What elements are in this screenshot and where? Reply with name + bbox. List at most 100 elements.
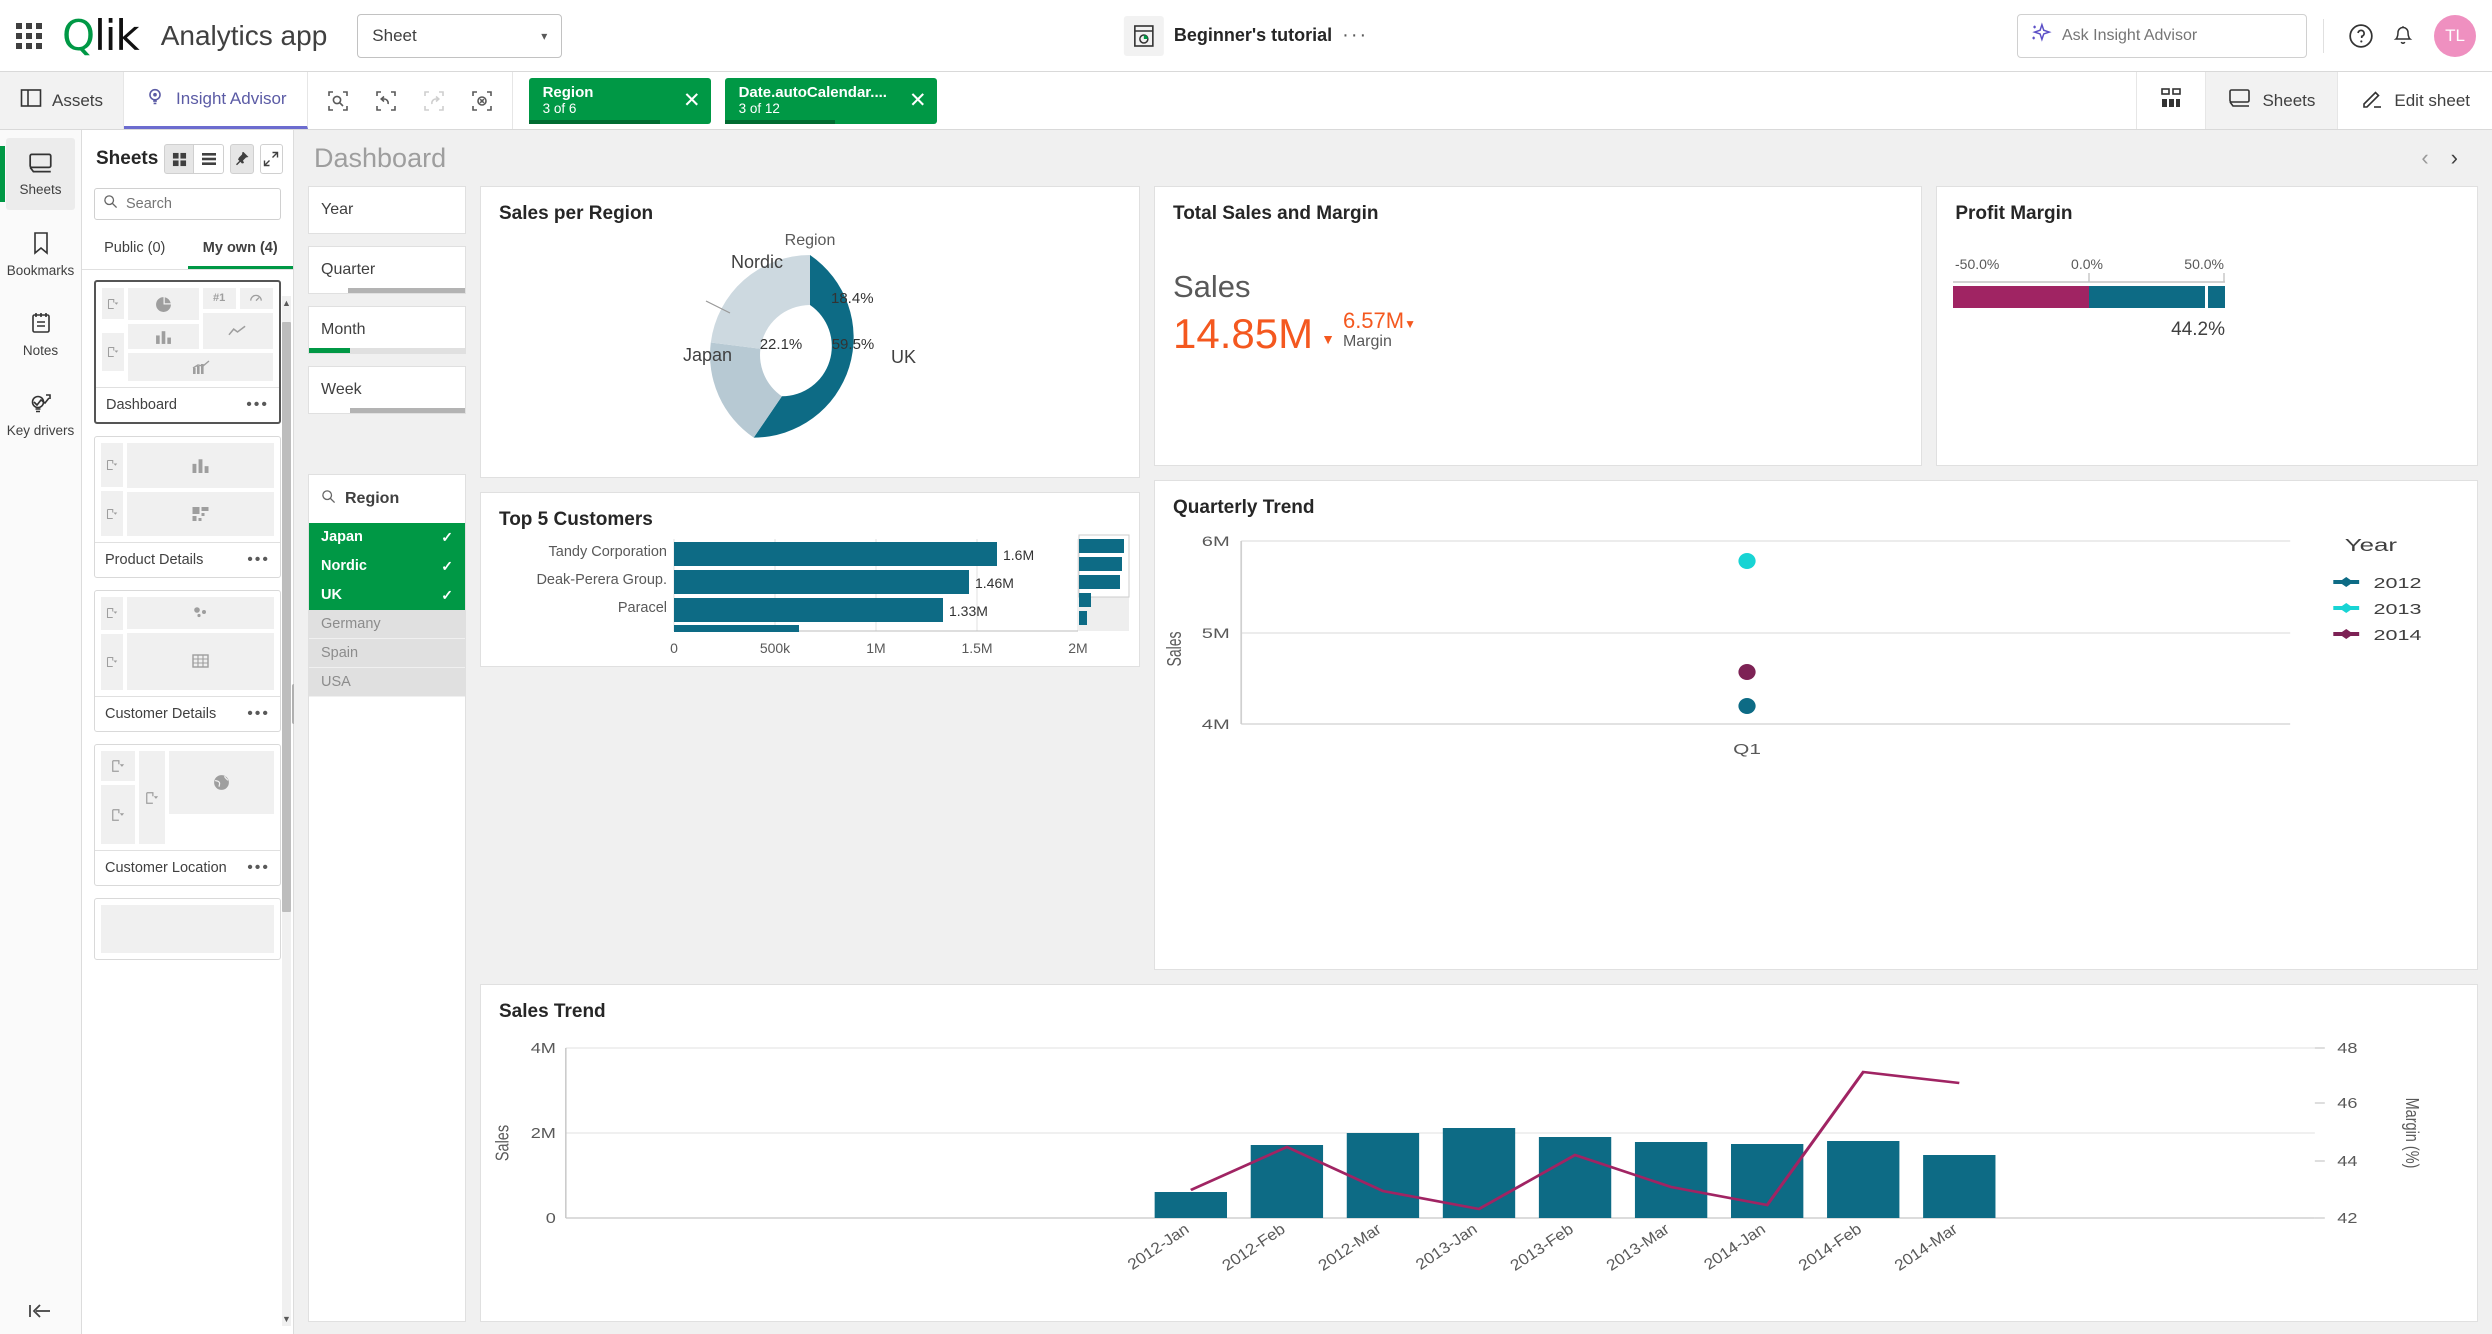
scatter-point-2012[interactable] (1738, 698, 1756, 714)
x-tick-label: Q1 (1733, 741, 1761, 757)
listbox-item-uk[interactable]: UK ✓ (309, 581, 465, 610)
scatter-point-2014[interactable] (1738, 664, 1756, 680)
scatter-chart[interactable]: Sales 6M 5M 4M Q1 Year 2012 2013 2014 (1155, 519, 2477, 769)
donut-label-nordic: Nordic (731, 252, 783, 272)
list-layout-icon[interactable] (194, 144, 225, 174)
bar-tandy[interactable] (674, 542, 997, 566)
sidebar-item-sheets[interactable]: Sheets (0, 138, 75, 210)
chart-quarterly-trend[interactable]: Quarterly Trend Sales 6M 5M 4M Q1 Year 2… (1154, 480, 2478, 970)
sheet-card-customer-location[interactable]: Customer Location ••• (94, 744, 281, 886)
app-more-menu-button[interactable]: ··· (1342, 24, 1368, 47)
sheet-cards-list[interactable]: #1 Dashboard ••• Product Details ••• Cus… (82, 270, 293, 1334)
tab-public[interactable]: Public (0) (82, 230, 188, 269)
bar-2013-feb[interactable] (1538, 1137, 1612, 1218)
bar-2014-feb[interactable] (1827, 1141, 1900, 1218)
sheets-panel-scrollbar[interactable]: ▲ ▼ (282, 296, 291, 1326)
clear-selections-icon[interactable] (460, 79, 504, 123)
bar-2014-jan[interactable] (1730, 1144, 1804, 1218)
sheet-card-product-details[interactable]: Product Details ••• (94, 436, 281, 578)
bar-2014-mar[interactable] (1923, 1155, 1996, 1218)
bar-2012-jan[interactable] (1154, 1192, 1228, 1218)
combo-chart-sales-trend[interactable]: Sales 4M 2M 0 2012-Jan 2012-Feb 2012-Mar… (481, 1023, 2477, 1328)
ask-insight-advisor-input[interactable] (2062, 26, 2294, 45)
bar-2012-mar[interactable] (1346, 1133, 1420, 1218)
sheets-button[interactable]: Sheets (2205, 72, 2338, 129)
chip-clear-icon[interactable]: ✕ (897, 90, 927, 111)
bar-deak-perera[interactable] (674, 570, 969, 594)
bar-paracel[interactable] (674, 598, 943, 622)
legend-item-2012[interactable]: 2012 (2333, 574, 2421, 591)
step-back-icon[interactable] (364, 79, 408, 123)
insight-advisor-search[interactable] (2017, 13, 2307, 58)
sidebar-item-bookmarks[interactable]: Bookmarks (6, 218, 75, 290)
sheet-type-select[interactable]: Sheet ▾ (357, 13, 563, 58)
grid-layout-icon[interactable] (164, 144, 195, 174)
scrollbar-thumb[interactable] (282, 322, 291, 912)
next-sheet-button[interactable]: › (2451, 145, 2458, 171)
pin-icon[interactable] (230, 144, 254, 174)
sheet-card-partial[interactable] (94, 898, 281, 960)
sheet-card-customer-details[interactable]: Customer Details ••• (94, 590, 281, 732)
bar-chart-top-customers[interactable]: Tandy Corporation Deak-Perera Group. Par… (481, 531, 1139, 671)
sales-bars[interactable] (1154, 1128, 1996, 1218)
insight-advisor-button[interactable]: Insight Advisor (124, 72, 308, 129)
search-input[interactable] (126, 196, 272, 212)
selection-search-icon[interactable] (316, 79, 360, 123)
chip-clear-icon[interactable]: ✕ (671, 90, 701, 111)
chart-top-5-customers[interactable]: Top 5 Customers Tandy Corporation Deak-P… (480, 492, 1140, 667)
selection-chip-region[interactable]: Region 3 of 6 ✕ (528, 77, 711, 124)
filter-pane-week[interactable]: Week (308, 366, 466, 414)
listbox-item-nordic[interactable]: Nordic ✓ (309, 552, 465, 581)
filter-mini-bar (309, 408, 465, 413)
sidebar-item-key-drivers[interactable]: Key drivers (6, 378, 75, 450)
app-launcher-button[interactable] (0, 22, 58, 49)
chart-sales-per-region[interactable]: Sales per Region Region Nordic Japan UK … (480, 186, 1140, 478)
chart-sales-trend[interactable]: Sales Trend Sales 4M 2M 0 2012-Jan 2012-… (480, 984, 2478, 1322)
sheets-search[interactable] (94, 188, 281, 220)
listbox-item-japan[interactable]: Japan ✓ (309, 523, 465, 552)
sheet-card-dashboard[interactable]: #1 Dashboard ••• (94, 280, 281, 424)
kpi-secondary-value: 6.57M (1342, 308, 1405, 333)
bar-2012-feb[interactable] (1250, 1145, 1324, 1218)
grid-view-button[interactable] (2136, 72, 2205, 129)
bullet-chart[interactable]: -50.0% 0.0% 50.0% 44.2% (1937, 225, 2257, 455)
sheet-more-menu-button[interactable]: ••• (247, 551, 270, 569)
collapse-panel-icon[interactable] (0, 1302, 82, 1320)
assets-button[interactable]: Assets (0, 72, 125, 129)
kpi-total-sales-and-margin[interactable]: Total Sales and Margin Sales 14.85M ▼ 6.… (1154, 186, 1923, 466)
donut-chart[interactable]: Region Nordic Japan UK 18.4% 22.1% 59.5% (481, 225, 1139, 475)
filter-tile-icon (101, 785, 135, 844)
help-icon[interactable] (2340, 15, 2382, 57)
bar-chart-minimap[interactable] (1078, 534, 1130, 631)
filter-pane-year[interactable]: Year (308, 186, 466, 234)
listbox-item-germany[interactable]: Germany (309, 610, 465, 639)
axis-tick-label: 0.0% (2071, 256, 2103, 272)
prev-sheet-button[interactable]: ‹ (2421, 145, 2428, 171)
tab-my-own[interactable]: My own (4) (187, 230, 293, 269)
expand-icon[interactable] (259, 144, 283, 174)
avatar[interactable]: TL (2434, 14, 2476, 57)
listbox-item-usa[interactable]: USA (309, 668, 465, 697)
edit-sheet-button[interactable]: Edit sheet (2337, 72, 2492, 129)
bar-2013-mar[interactable] (1634, 1142, 1708, 1218)
chart-profit-margin[interactable]: Profit Margin -50.0% 0.0% 50.0% 44.2% (1936, 186, 2478, 466)
sheet-more-menu-button[interactable]: ••• (247, 705, 270, 723)
notifications-icon[interactable] (2382, 15, 2424, 57)
listbox-search[interactable]: Region (309, 475, 465, 523)
step-forward-icon[interactable] (412, 79, 456, 123)
legend-item-2013[interactable]: 2013 (2333, 600, 2421, 617)
sheet-more-menu-button[interactable]: ••• (246, 396, 269, 414)
scroll-down-icon[interactable]: ▼ (282, 1314, 291, 1324)
bar-fourth[interactable] (674, 625, 799, 632)
legend-item-2014[interactable]: 2014 (2333, 626, 2421, 643)
scroll-up-icon[interactable]: ▲ (282, 298, 291, 308)
sheet-name: Customer Location (105, 860, 227, 876)
sidebar-item-notes[interactable]: Notes (6, 298, 75, 370)
filter-pane-month[interactable]: Month (308, 306, 466, 354)
filter-pane-quarter[interactable]: Quarter (308, 246, 466, 294)
sheet-more-menu-button[interactable]: ••• (247, 859, 270, 877)
listbox-item-spain[interactable]: Spain (309, 639, 465, 668)
sheet-header: Dashboard ‹ › (294, 130, 2492, 186)
selection-chip-date[interactable]: Date.autoCalendar.... 3 of 12 ✕ (724, 77, 937, 124)
scatter-point-2013[interactable] (1738, 553, 1756, 569)
